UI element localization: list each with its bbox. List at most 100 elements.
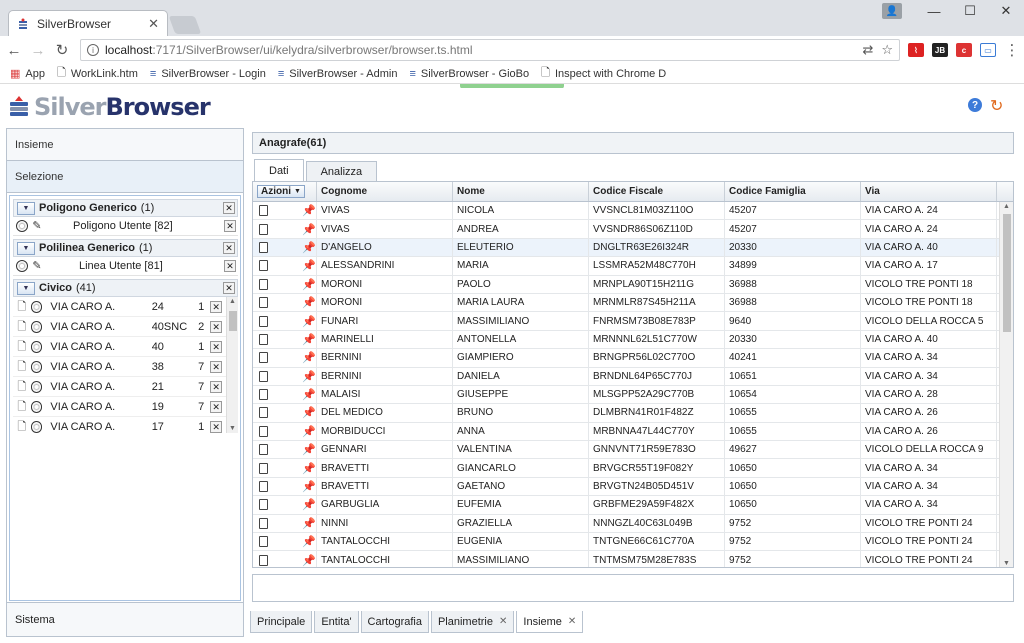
remove-group-button[interactable]: ✕ [223, 282, 235, 294]
globe-icon[interactable] [30, 420, 43, 433]
pencil-icon[interactable]: ✎ [31, 260, 43, 272]
table-row[interactable]: 📌 NINNI GRAZIELLA NNNGZL40C63L049B 9752 VICOL… [253, 514, 1013, 534]
pencil-icon[interactable]: ✎ [31, 220, 43, 232]
document-icon[interactable]: 🗋 [16, 361, 28, 373]
table-row[interactable]: 📌 TANTALOCCHI MASSIMILIANO TNTMSM75M28E783S… [253, 551, 1013, 567]
back-icon[interactable]: ← [4, 42, 24, 59]
pin-icon[interactable]: 📌 [302, 535, 316, 548]
scroll-thumb[interactable] [229, 311, 237, 331]
pin-icon[interactable]: 📌 [302, 462, 316, 475]
url-input[interactable]: i localhost:7171/SilverBrowser/ui/kelydr… [80, 39, 900, 61]
list-item[interactable]: 🗋 VIA CARO A. 40 1 ✕ [13, 337, 238, 357]
pin-icon[interactable]: 📌 [302, 406, 316, 419]
pin-icon[interactable]: 📌 [302, 351, 316, 364]
list-item[interactable]: 🗋 VIA CARO A. 19 7 ✕ [13, 397, 238, 417]
remove-item-button[interactable]: ✕ [210, 320, 222, 333]
document-icon[interactable] [259, 389, 268, 401]
document-icon[interactable] [259, 425, 268, 437]
remove-item-button[interactable]: ✕ [210, 300, 222, 313]
pin-icon[interactable]: 📌 [302, 204, 316, 217]
globe-icon[interactable] [16, 220, 28, 232]
extension-cast-icon[interactable]: ▭ [980, 43, 996, 57]
pin-icon[interactable]: 📌 [302, 241, 316, 254]
remove-item-button[interactable]: ✕ [224, 260, 236, 272]
scroll-down-icon[interactable]: ▼ [229, 425, 236, 432]
pin-icon[interactable]: 📌 [302, 480, 316, 493]
azioni-dropdown[interactable]: Azioni ▼ [257, 185, 305, 198]
bookmark-sb-login[interactable]: ≡ SilverBrowser - Login [150, 68, 266, 80]
pin-icon[interactable]: 📌 [302, 278, 316, 291]
chevron-down-icon[interactable]: ▼ [17, 281, 35, 295]
list-item[interactable]: 🗋 VIA CARO A. 38 7 ✕ [13, 357, 238, 377]
chevron-down-icon[interactable]: ▼ [17, 201, 35, 215]
civico-scrollbar[interactable]: ▲ ▼ [226, 297, 238, 433]
globe-icon[interactable] [16, 260, 28, 272]
bookmark-inspect[interactable]: 🗋 Inspect with Chrome D [541, 64, 666, 83]
translate-icon[interactable]: ⇄ [862, 42, 873, 58]
document-icon[interactable] [259, 370, 268, 382]
document-icon[interactable]: 🗋 [16, 341, 28, 353]
table-row[interactable]: 📌 BERNINI GIAMPIERO BRNGPR56L02C770O 40241 VI… [253, 349, 1013, 368]
document-icon[interactable]: 🗋 [16, 421, 28, 433]
accordion-selezione[interactable]: Selezione [7, 161, 243, 193]
document-icon[interactable] [259, 333, 268, 345]
document-icon[interactable] [259, 499, 268, 511]
extension-cors-icon[interactable]: c [956, 43, 972, 57]
info-icon[interactable]: i [87, 44, 99, 56]
close-tab-icon[interactable]: ✕ [148, 16, 159, 32]
bookmark-star-icon[interactable]: ☆ [881, 42, 893, 58]
list-item[interactable]: ✎ Poligono Utente [82] ✕ [13, 217, 238, 236]
column-header-nome[interactable]: Nome [453, 182, 589, 201]
table-row[interactable]: 📌 DEL MEDICO BRUNO DLMBRN41R01F482Z 10655 VIA… [253, 404, 1013, 423]
pin-icon[interactable]: 📌 [302, 315, 316, 328]
accordion-insieme[interactable]: Insieme [7, 129, 243, 161]
document-icon[interactable]: 🗋 [16, 381, 28, 393]
table-row[interactable]: 📌 GARBUGLIA EUFEMIA GRBFME29A59F482X 10650 VI… [253, 496, 1013, 515]
list-item[interactable]: 🗋 VIA CARO A. 17 1 ✕ [13, 417, 238, 433]
menu-kebab-icon[interactable]: ⋮ [1002, 41, 1022, 59]
globe-icon[interactable] [30, 340, 43, 353]
scroll-thumb[interactable] [1003, 214, 1011, 332]
remove-item-button[interactable]: ✕ [210, 420, 222, 433]
document-icon[interactable] [259, 481, 268, 493]
pin-icon[interactable]: 📌 [302, 370, 316, 383]
pin-icon[interactable]: 📌 [302, 259, 316, 272]
table-row[interactable]: 📌 ALESSANDRINI MARIA LSSMRA52M48C770H 34899 V… [253, 257, 1013, 276]
close-icon[interactable]: ✕ [499, 616, 507, 627]
forward-icon[interactable]: → [28, 42, 48, 59]
document-icon[interactable] [259, 241, 268, 253]
tab-principale[interactable]: Principale [250, 611, 313, 633]
pin-icon[interactable]: 📌 [302, 443, 316, 456]
document-icon[interactable]: 🗋 [16, 301, 28, 313]
extension-red-icon[interactable]: ⌇ [908, 43, 924, 57]
browser-tab[interactable]: SilverBrowser ✕ [8, 10, 168, 36]
table-row[interactable]: 📌 FUNARI MASSIMILIANO FNRMSM73B08E783P 9640 V… [253, 312, 1013, 331]
tab-cartografia[interactable]: Cartografia [360, 611, 429, 633]
column-header-via[interactable]: Via [861, 182, 997, 201]
pin-icon[interactable]: 📌 [302, 554, 316, 567]
document-icon[interactable] [259, 536, 268, 548]
column-header-codice-famiglia[interactable]: Codice Famiglia [725, 182, 861, 201]
refresh-icon[interactable]: ↻ [990, 96, 1003, 116]
document-icon[interactable] [259, 444, 268, 456]
list-item[interactable]: 🗋 VIA CARO A. 21 7 ✕ [13, 377, 238, 397]
document-icon[interactable] [259, 462, 268, 474]
maximize-icon[interactable]: ☐ [952, 0, 988, 22]
table-row[interactable]: 📌 MARINELLI ANTONELLA MRNNNL62L51C770W 20330… [253, 330, 1013, 350]
pin-icon[interactable]: 📌 [302, 517, 316, 530]
table-row[interactable]: 📌 VIVAS NICOLA VVSNCL81M03Z110O 45207 VIA CAR… [253, 202, 1013, 221]
new-tab-button[interactable] [168, 16, 202, 34]
tab-dati[interactable]: Dati [254, 159, 304, 181]
grid-scrollbar[interactable]: ▲ ▼ [999, 202, 1013, 567]
globe-icon[interactable] [30, 360, 43, 373]
bookmark-worklink[interactable]: 🗋 WorkLink.htm [57, 64, 138, 83]
remove-group-button[interactable]: ✕ [223, 242, 235, 254]
tab-planimetrie[interactable]: Planimetrie ✕ [430, 611, 515, 633]
table-row[interactable]: 📌 VIVAS ANDREA VVSNDR86S06Z110D 45207 VIA CAR… [253, 220, 1013, 239]
document-icon[interactable] [259, 205, 268, 217]
tab-analizza[interactable]: Analizza [305, 161, 378, 181]
pin-icon[interactable]: 📌 [302, 388, 316, 401]
pin-icon[interactable]: 📌 [302, 425, 316, 438]
column-header-codice-fiscale[interactable]: Codice Fiscale [589, 182, 725, 201]
close-icon[interactable]: ✕ [568, 616, 576, 627]
